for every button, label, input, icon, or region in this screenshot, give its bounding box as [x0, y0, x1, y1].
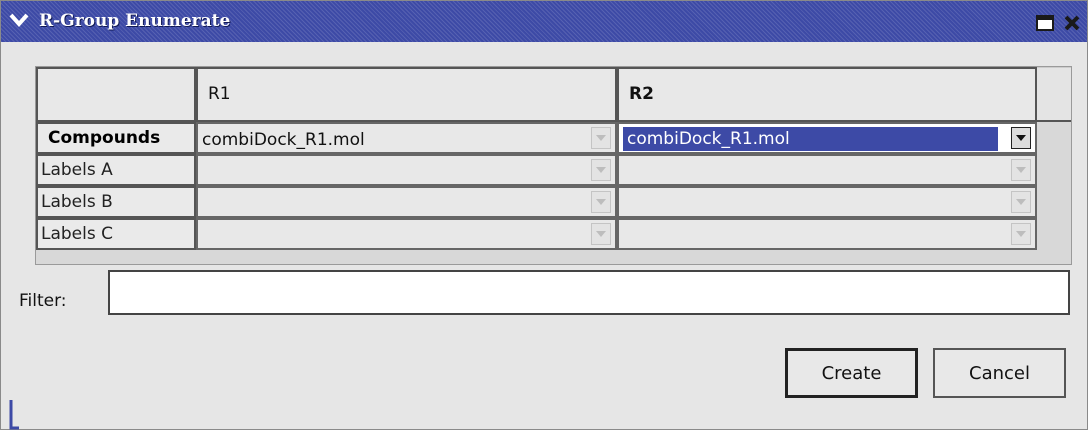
- dropdown-arrow-icon[interactable]: [1011, 191, 1031, 213]
- labels-a-r1-combo[interactable]: [196, 154, 617, 186]
- dropdown-arrow-icon[interactable]: [591, 159, 611, 181]
- labels-b-r2-combo[interactable]: [617, 186, 1037, 218]
- resize-handle[interactable]: [9, 400, 19, 430]
- rgroup-table: R1 R2 Compounds combiDock_R1.mol combiDo…: [35, 66, 1072, 265]
- column-header-filler: [1037, 67, 1071, 122]
- filter-label: Filter:: [19, 291, 67, 311]
- compounds-r2-combo[interactable]: combiDock_R1.mol: [617, 122, 1037, 154]
- dropdown-arrow-icon[interactable]: [1011, 127, 1031, 149]
- row-header-labels-a: Labels A: [36, 154, 196, 186]
- labels-b-r1-combo[interactable]: [196, 186, 617, 218]
- compounds-r1-value: combiDock_R1.mol: [202, 130, 365, 150]
- filter-input[interactable]: [108, 270, 1070, 315]
- window-title: R-Group Enumerate: [39, 11, 231, 31]
- dialog-content: R1 R2 Compounds combiDock_R1.mol combiDo…: [1, 43, 1087, 430]
- dropdown-arrow-icon[interactable]: [1011, 159, 1031, 181]
- chevron-down-icon[interactable]: [9, 10, 29, 30]
- column-header-r2: R2: [617, 67, 1037, 122]
- maximize-icon[interactable]: [1035, 14, 1055, 32]
- labels-c-r1-combo[interactable]: [196, 218, 617, 250]
- labels-c-r2-combo[interactable]: [617, 218, 1037, 250]
- dropdown-arrow-icon[interactable]: [591, 223, 611, 245]
- column-header-r1: R1: [196, 67, 617, 122]
- row-header-labels-c: Labels C: [36, 218, 196, 250]
- compounds-r2-value: combiDock_R1.mol: [623, 127, 998, 151]
- compounds-r1-combo[interactable]: combiDock_R1.mol: [196, 122, 617, 154]
- row-header-labels-b: Labels B: [36, 186, 196, 218]
- dropdown-arrow-icon[interactable]: [591, 127, 611, 149]
- cancel-button[interactable]: Cancel: [933, 348, 1066, 398]
- table-corner-cell: [36, 67, 196, 122]
- r-group-enumerate-window: R-Group Enumerate R1 R2 Compounds combiD…: [0, 0, 1088, 430]
- dropdown-arrow-icon[interactable]: [591, 191, 611, 213]
- title-bar[interactable]: R-Group Enumerate: [1, 1, 1087, 42]
- row-header-compounds: Compounds: [36, 122, 196, 154]
- dropdown-arrow-icon[interactable]: [1011, 223, 1031, 245]
- close-icon[interactable]: [1062, 14, 1082, 32]
- create-button[interactable]: Create: [785, 348, 918, 398]
- labels-a-r2-combo[interactable]: [617, 154, 1037, 186]
